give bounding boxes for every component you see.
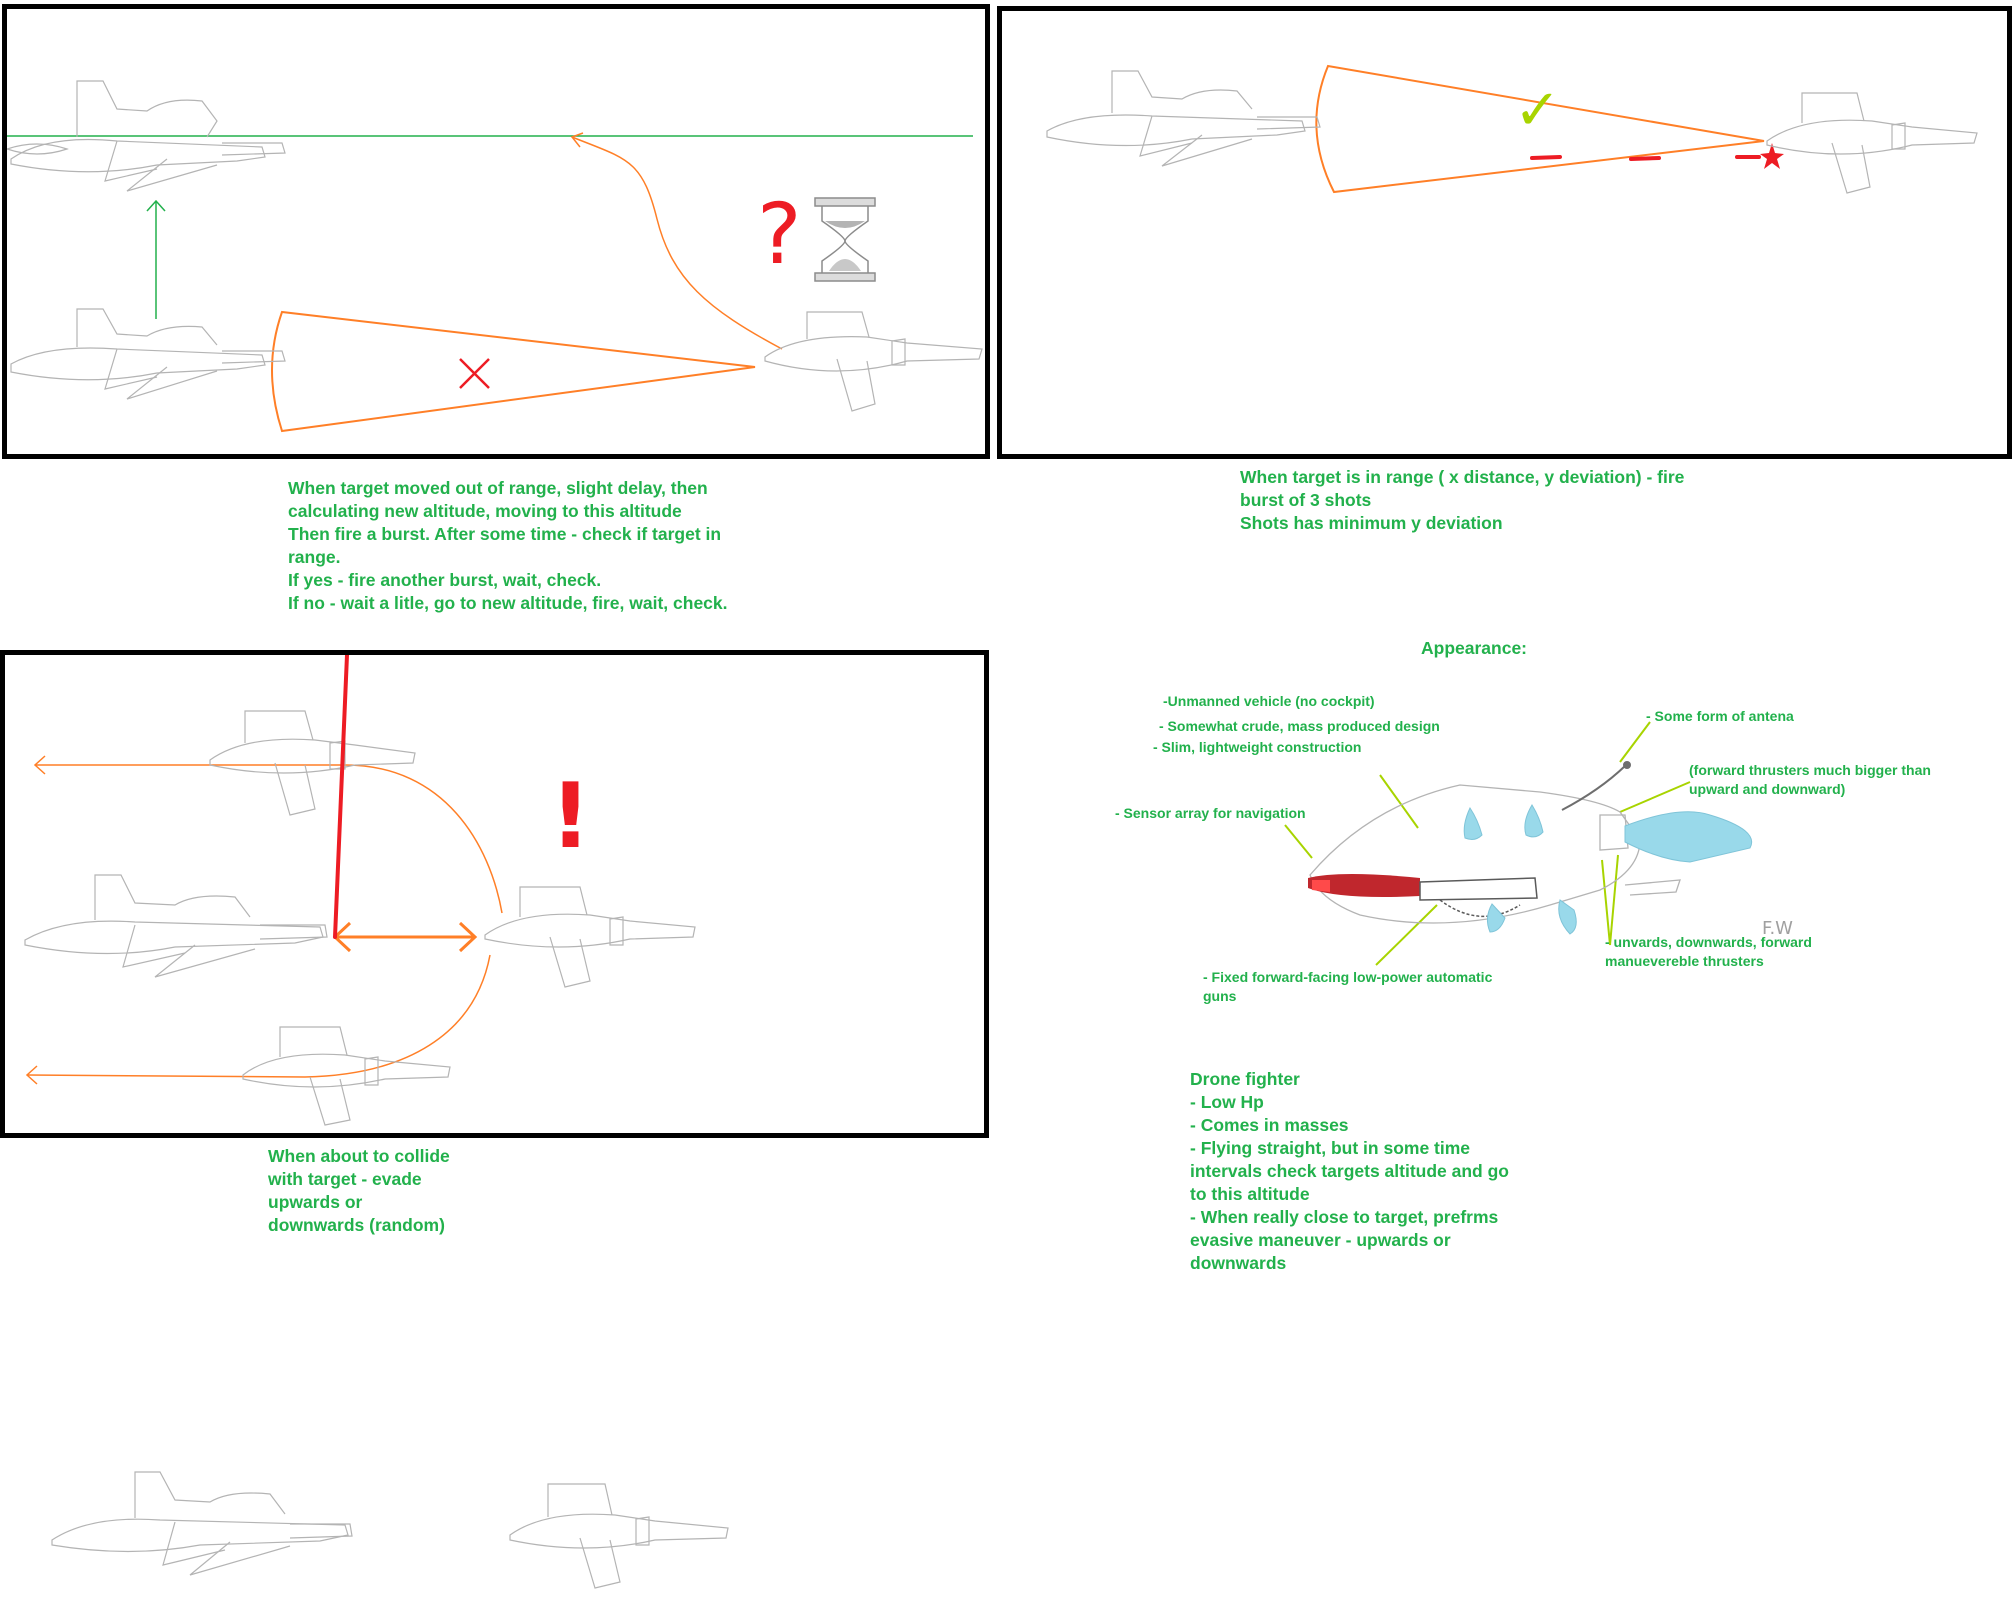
standalone-sketches — [51, 1471, 729, 1589]
drone-aircraft-standalone — [509, 1483, 729, 1589]
target-aircraft-standalone — [51, 1471, 353, 1576]
